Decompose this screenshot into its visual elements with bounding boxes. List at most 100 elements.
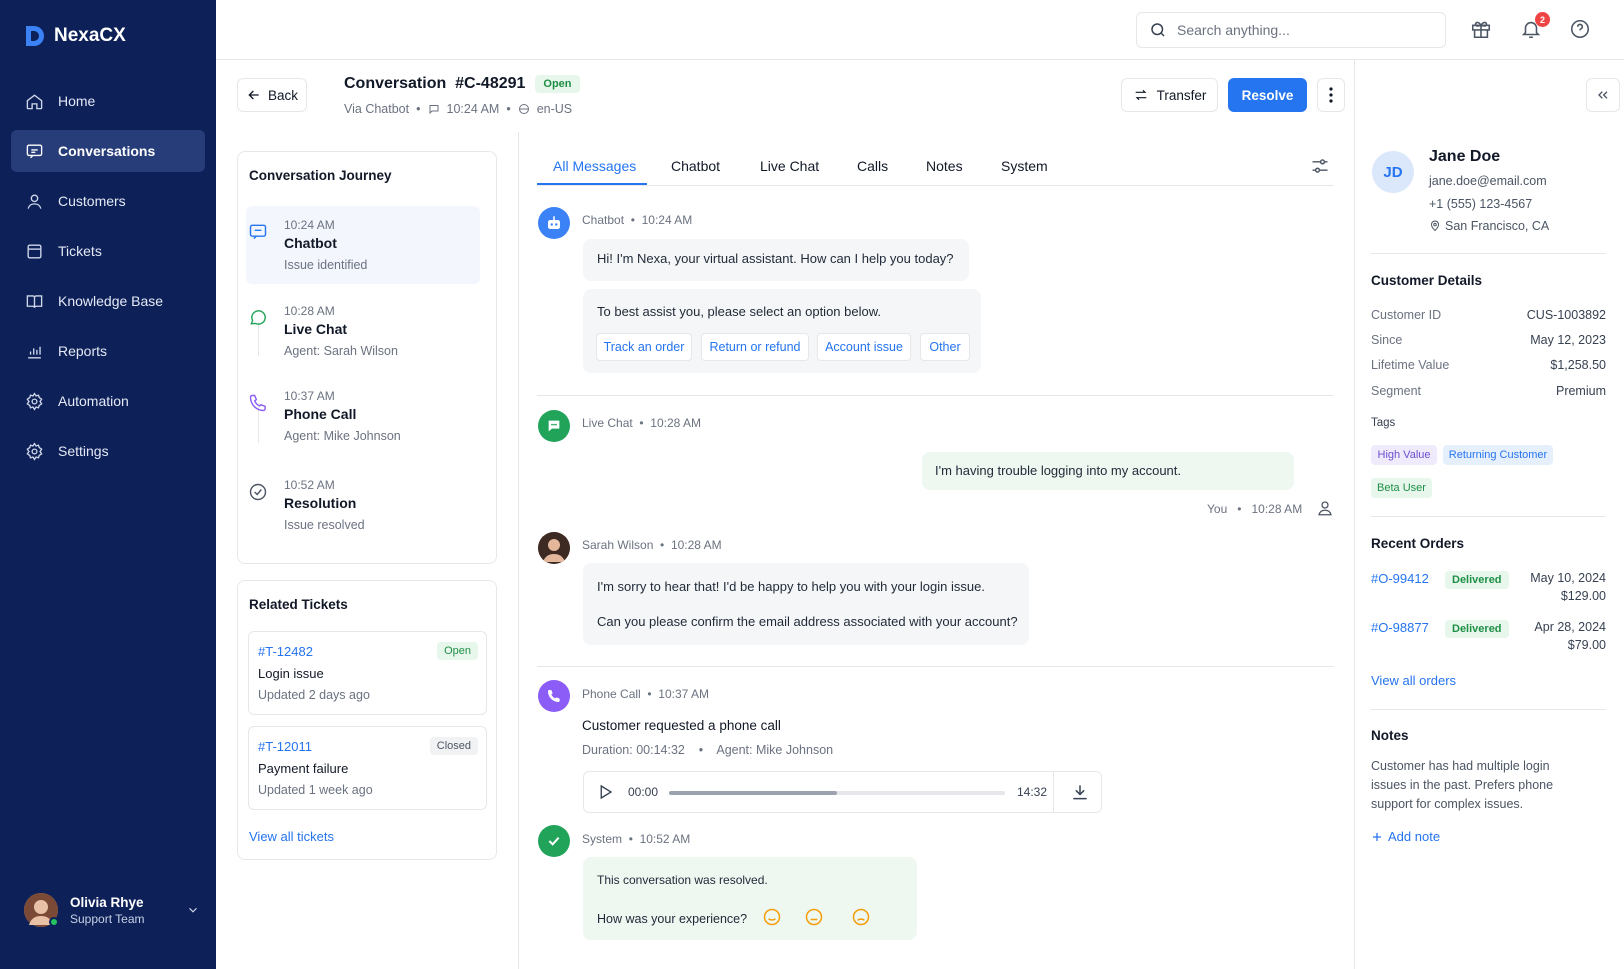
transfer-label: Transfer <box>1156 87 1207 103</box>
separator-dot: • <box>627 213 639 227</box>
smile-neutral-icon[interactable] <box>804 907 824 927</box>
app-logo[interactable]: NexaCX <box>24 24 126 48</box>
journey-step-sub: Agent: Sarah Wilson <box>284 344 398 358</box>
chatbot-options-bubble: To best assist you, please select an opt… <box>583 289 981 373</box>
journey-step-time: 10:52 AM <box>284 478 335 492</box>
chat-bubble-icon <box>429 105 438 115</box>
gear-icon <box>26 441 43 461</box>
tag-high-value[interactable]: High Value <box>1371 445 1437 465</box>
filter-settings-icon[interactable] <box>1310 156 1330 176</box>
tab-chatbot[interactable]: Chatbot <box>671 158 720 174</box>
collapse-panel-button[interactable] <box>1586 78 1620 112</box>
back-button[interactable]: Back <box>237 78 307 112</box>
options-prompt: To best assist you, please select an opt… <box>597 304 882 319</box>
option-return-refund-button[interactable]: Return or refund <box>701 333 809 361</box>
customer-avatar: JD <box>1372 151 1414 193</box>
ticket-id[interactable]: #T-12482 <box>258 644 313 659</box>
play-icon[interactable] <box>596 783 614 801</box>
smile-happy-icon[interactable] <box>762 907 782 927</box>
back-label: Back <box>267 87 298 103</box>
message-sender: Sarah Wilson <box>582 538 654 552</box>
agent-message-line: Can you please confirm the email address… <box>597 614 1018 629</box>
chat-icon <box>26 143 43 158</box>
user-profile[interactable]: Olivia Rhye Support Team <box>24 893 200 927</box>
audio-progress-track[interactable] <box>669 791 1005 795</box>
tag-returning-customer[interactable]: Returning Customer <box>1443 445 1553 465</box>
notifications-button[interactable]: 2 <box>1520 12 1550 42</box>
detail-label: Since <box>1371 333 1403 347</box>
order-id[interactable]: #O-98877 <box>1371 620 1429 635</box>
sidebar-item-customers[interactable]: Customers <box>11 180 205 222</box>
help-button[interactable] <box>1569 18 1593 42</box>
journey-step-chatbot[interactable]: 10:24 AM Chatbot Issue identified <box>246 206 480 284</box>
journey-step-time: 10:28 AM <box>284 304 335 318</box>
status-badge: Open <box>437 642 478 660</box>
view-all-tickets-link[interactable]: View all tickets <box>249 829 334 844</box>
sidebar-item-conversations[interactable]: Conversations <box>11 130 205 172</box>
sidebar-item-settings[interactable]: Settings <box>11 430 205 472</box>
message-circle-icon <box>250 310 266 325</box>
online-status-dot <box>49 917 59 927</box>
top-bar: 2 <box>216 0 1624 60</box>
option-account-issue-button[interactable]: Account issue <box>817 333 911 361</box>
separator-dot: • <box>688 743 714 757</box>
ticket-card[interactable]: #T-12482 Open Login issue Updated 2 days… <box>248 631 487 715</box>
call-title: Customer requested a phone call <box>582 718 781 733</box>
add-note-button[interactable]: Add note <box>1371 829 1440 844</box>
tab-calls[interactable]: Calls <box>857 158 888 174</box>
chart-icon <box>28 346 41 359</box>
option-track-order-button[interactable]: Track an order <box>596 333 692 361</box>
chatbot-avatar <box>538 207 570 239</box>
user-icon <box>27 193 42 209</box>
download-icon[interactable] <box>1070 782 1090 802</box>
gift-button[interactable] <box>1470 18 1494 42</box>
sidebar-item-home[interactable]: Home <box>11 80 205 122</box>
agent-avatar <box>538 532 570 564</box>
sidebar-item-automation[interactable]: Automation <box>11 380 205 422</box>
smile-sad-icon[interactable] <box>851 907 871 927</box>
journey-step-live-chat[interactable]: 10:28 AM Live Chat Agent: Sarah Wilson <box>246 292 480 370</box>
customer-phone[interactable]: +1 (555) 123-4567 <box>1429 197 1532 211</box>
user-icon <box>1318 501 1332 516</box>
sidebar-nav: Home Conversations Customers Tickets Kno… <box>11 80 205 480</box>
sidebar-item-knowledge-base[interactable]: Knowledge Base <box>11 280 205 322</box>
check-icon <box>548 836 560 846</box>
agent-message-line: I'm sorry to hear that! I'd be happy to … <box>597 579 985 594</box>
option-other-button[interactable]: Other <box>920 333 970 361</box>
resolve-button[interactable]: Resolve <box>1228 78 1307 112</box>
sidebar-item-label: Tickets <box>58 243 102 259</box>
customer-location-text: San Francisco, CA <box>1445 219 1550 233</box>
sidebar-item-reports[interactable]: Reports <box>11 330 205 372</box>
order-id[interactable]: #O-99412 <box>1371 571 1429 586</box>
ticket-card[interactable]: #T-12011 Closed Payment failure Updated … <box>248 726 487 810</box>
sidebar-item-label: Reports <box>58 343 108 359</box>
search-box[interactable] <box>1136 12 1446 48</box>
message-time: 10:28 AM <box>1251 502 1303 516</box>
customer-location: San Francisco, CA <box>1429 219 1549 233</box>
phone-icon <box>548 690 560 702</box>
tab-system[interactable]: System <box>1001 158 1048 174</box>
more-options-button[interactable] <box>1317 78 1345 112</box>
sidebar-item-tickets[interactable]: Tickets <box>11 230 205 272</box>
chevron-down-icon[interactable] <box>186 903 200 917</box>
tag-beta-user[interactable]: Beta User <box>1371 478 1432 498</box>
tab-all-messages[interactable]: All Messages <box>553 158 636 174</box>
customer-email[interactable]: jane.doe@email.com <box>1429 174 1547 188</box>
transfer-button[interactable]: Transfer <box>1121 78 1218 112</box>
search-input[interactable] <box>1177 22 1417 38</box>
message-header: Live Chat • 10:28 AM <box>582 416 701 430</box>
related-tickets-title: Related Tickets <box>249 597 348 612</box>
journey-step-sub: Issue resolved <box>284 518 365 532</box>
live-chat-avatar <box>538 410 570 442</box>
home-icon <box>26 93 43 109</box>
view-all-orders-link[interactable]: View all orders <box>1371 673 1456 688</box>
conversation-locale: en-US <box>536 102 573 116</box>
tab-notes[interactable]: Notes <box>926 158 963 174</box>
chat-bubble-icon <box>548 420 560 432</box>
tab-live-chat[interactable]: Live Chat <box>760 158 819 174</box>
journey-step-resolution[interactable]: 10:52 AM Resolution Issue resolved <box>246 466 480 544</box>
journey-step-phone-call[interactable]: 10:37 AM Phone Call Agent: Mike Johnson <box>246 377 480 455</box>
detail-label: Customer ID <box>1371 308 1442 322</box>
ticket-id[interactable]: #T-12011 <box>258 739 312 754</box>
journey-step-name: Phone Call <box>284 406 357 422</box>
